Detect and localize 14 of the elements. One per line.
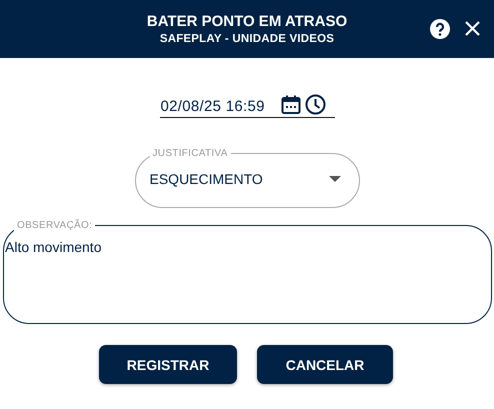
close-icon[interactable] bbox=[465, 21, 480, 36]
notes-field[interactable]: OBSERVAÇÃO: Alto movimento bbox=[3, 220, 492, 324]
datetime-field[interactable]: 02/08/25 16:59 bbox=[160, 94, 334, 118]
register-button[interactable]: REGISTRAR bbox=[99, 345, 237, 384]
help-icon[interactable] bbox=[430, 19, 450, 39]
dialog-subtitle: SAFEPLAY - UNIDADE VIDEOS bbox=[160, 33, 334, 45]
calendar-icon[interactable] bbox=[280, 94, 301, 114]
field-label: OBSERVAÇÃO: bbox=[16, 220, 94, 231]
justification-select[interactable]: JUSTIFICATIVA ESQUECIMENTO bbox=[134, 148, 360, 208]
dialog-title: BATER PONTO EM ATRASO bbox=[146, 13, 348, 30]
cancel-button[interactable]: CANCELAR bbox=[257, 345, 393, 384]
field-label: JUSTIFICATIVA bbox=[152, 148, 229, 159]
dropdown-arrow-icon[interactable] bbox=[328, 176, 340, 182]
clock-icon[interactable] bbox=[304, 94, 326, 115]
